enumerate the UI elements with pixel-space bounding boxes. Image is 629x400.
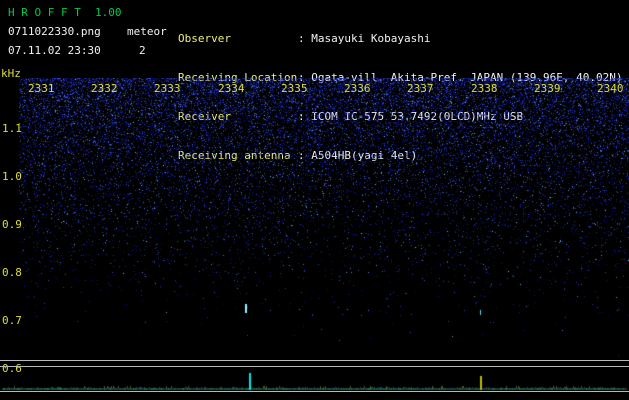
time-label-2338: 2338 [471, 82, 498, 95]
level-panel-bottom-border [0, 391, 629, 392]
hrofft-screen: H R O F F T 1.00 0711022330.png meteor 0… [0, 0, 629, 400]
time-label-2337: 2337 [407, 82, 434, 95]
app-version: 1.00 [95, 6, 122, 19]
observer-value: : Masayuki Kobayashi [298, 32, 430, 45]
app-title: H R O F F T [8, 6, 81, 19]
time-label-2331: 2331 [28, 82, 55, 95]
freq-label-0-9: 0.9 [2, 218, 22, 231]
meteor-count-value: 2 [139, 44, 146, 57]
observer-label: Observer [178, 32, 298, 45]
time-label-2333: 2333 [154, 82, 181, 95]
level-canvas [0, 367, 629, 391]
time-label-2334: 2334 [218, 82, 245, 95]
meteor-count-label: meteor [127, 25, 167, 38]
time-label-2339: 2339 [534, 82, 561, 95]
freq-unit-label: kHz [1, 67, 21, 80]
freq-label-1-0: 1.0 [2, 170, 22, 183]
time-label-2336: 2336 [344, 82, 371, 95]
spectrogram-bottom-line [0, 360, 629, 361]
output-filename: 0711022330.png [8, 25, 101, 38]
freq-label-1-1: 1.1 [2, 122, 22, 135]
spectrogram-canvas [0, 78, 629, 360]
time-label-2332: 2332 [91, 82, 118, 95]
freq-label-0-8: 0.8 [2, 266, 22, 279]
time-label-2340: 2340 [597, 82, 624, 95]
freq-label-0-7: 0.7 [2, 314, 22, 327]
info-row-observer: Observer : Masayuki Kobayashi [178, 32, 623, 45]
time-label-2335: 2335 [281, 82, 308, 95]
datetime-display: 07.11.02 23:30 [8, 44, 101, 57]
